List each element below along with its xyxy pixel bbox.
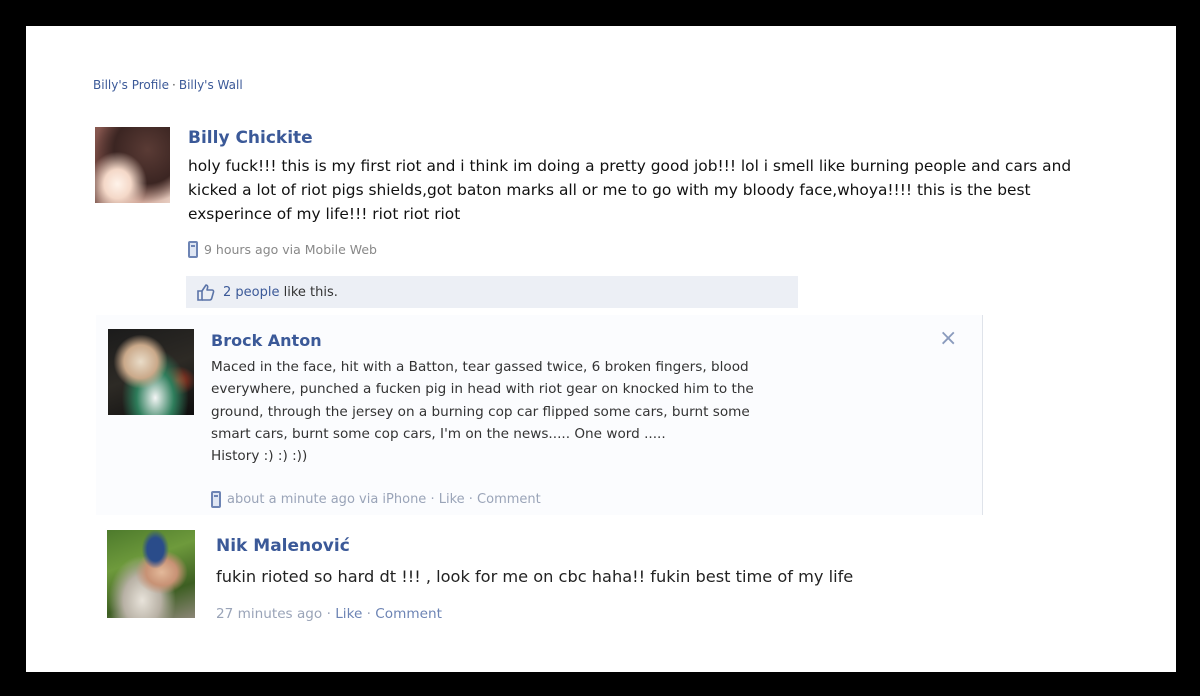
likes-bar: 2 people like this. bbox=[186, 276, 798, 308]
comment-text-line: Maced in the face, hit with a Batton, te… bbox=[211, 359, 749, 375]
breadcrumb-profile-link[interactable]: Billy's Profile bbox=[93, 78, 169, 92]
likes-text: 2 people like this. bbox=[223, 285, 338, 300]
comment-link[interactable]: Comment bbox=[477, 492, 541, 507]
post-timestamp[interactable]: 9 hours ago via Mobile Web bbox=[204, 242, 377, 257]
comment-meta: 27 minutes ago · Like · Comment bbox=[216, 606, 442, 622]
meta-separator: · bbox=[426, 492, 439, 507]
breadcrumb-wall-link[interactable]: Billy's Wall bbox=[179, 78, 243, 92]
breadcrumb: Billy's Profile · Billy's Wall bbox=[93, 78, 243, 92]
comment-author-name[interactable]: Nik Malenović bbox=[216, 536, 350, 556]
post-author-name[interactable]: Billy Chickite bbox=[188, 128, 313, 148]
mobile-phone-icon bbox=[188, 241, 198, 258]
comment-text-line: ground, through the jersey on a burning … bbox=[211, 403, 750, 420]
comment-text-line: everywhere, punched a fucken pig in head… bbox=[211, 381, 754, 398]
likes-count-link[interactable]: 2 people bbox=[223, 285, 279, 300]
meta-separator: · bbox=[464, 492, 478, 507]
meta-separator: · bbox=[322, 606, 336, 622]
post-text: holy fuck!!! this is my first riot and i… bbox=[188, 157, 1072, 223]
thumbs-up-icon bbox=[197, 284, 215, 301]
comment-timestamp[interactable]: 27 minutes ago bbox=[216, 606, 322, 622]
comment-meta: about a minute ago via iPhone · Like · C… bbox=[211, 491, 541, 508]
comment-author-avatar[interactable] bbox=[108, 329, 194, 415]
comment-text: fukin rioted so hard dt !!! , look for m… bbox=[216, 567, 854, 586]
close-icon[interactable]: × bbox=[939, 328, 957, 350]
breadcrumb-separator: · bbox=[172, 78, 176, 92]
likes-suffix: like this. bbox=[279, 284, 338, 300]
comment-author-avatar[interactable] bbox=[107, 530, 195, 618]
like-link[interactable]: Like bbox=[439, 492, 465, 507]
comment-text-line: History :) :) :)) bbox=[211, 448, 308, 465]
comment-text-line: smart cars, burnt some cop cars, I'm on … bbox=[211, 425, 666, 442]
mobile-phone-icon bbox=[211, 491, 221, 508]
comment-text: Maced in the face, hit with a Batton, te… bbox=[211, 356, 891, 467]
comment-author-name[interactable]: Brock Anton bbox=[211, 331, 322, 350]
post-author-avatar[interactable] bbox=[95, 127, 170, 203]
comment-timestamp[interactable]: about a minute ago via iPhone bbox=[227, 492, 426, 507]
like-link[interactable]: Like bbox=[335, 606, 362, 622]
post-meta: 9 hours ago via Mobile Web bbox=[188, 241, 377, 258]
meta-separator: · bbox=[362, 606, 376, 622]
comment-link[interactable]: Comment bbox=[375, 606, 442, 622]
